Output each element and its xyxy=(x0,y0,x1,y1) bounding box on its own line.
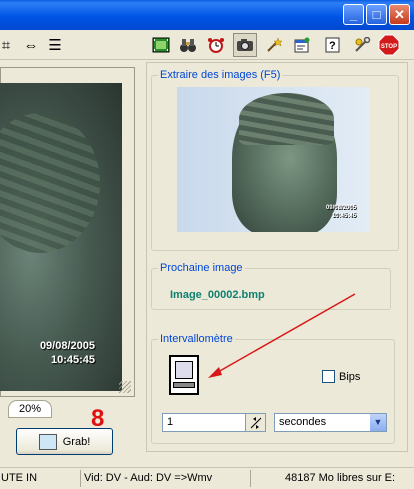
zoom-tab[interactable]: 20% xyxy=(8,400,52,418)
filmstrip-icon[interactable] xyxy=(149,33,173,57)
unit-select-value: secondes xyxy=(279,416,327,428)
intervalometer-screen xyxy=(175,361,193,379)
intervalometer-slot xyxy=(173,382,195,388)
statue-head-image xyxy=(0,113,100,253)
grab-button-label: Grab! xyxy=(62,435,91,448)
close-button[interactable]: ✕ xyxy=(389,4,410,25)
svg-text:?: ? xyxy=(329,40,336,52)
preview-date: 09/08/2005 xyxy=(325,205,356,211)
interval-spin-button[interactable] xyxy=(245,413,266,432)
help-icon[interactable]: ? xyxy=(321,33,345,57)
stop-icon[interactable]: STOP xyxy=(377,33,401,57)
preview-time: 10:45:45 xyxy=(331,213,356,219)
tools-icon[interactable] xyxy=(350,33,374,57)
resize-grip[interactable] xyxy=(119,381,131,393)
unit-select[interactable]: secondes ▼ xyxy=(274,413,387,432)
interval-legend: Intervallomètre xyxy=(158,333,235,345)
flip-horizontal-icon[interactable]: ⇔ xyxy=(19,33,43,57)
stop-icon-label: STOP xyxy=(381,44,397,50)
list-icon[interactable]: ☰ xyxy=(43,33,67,57)
minimize-button[interactable]: _ xyxy=(343,4,364,25)
crop-icon[interactable]: ⌗ xyxy=(0,33,18,57)
properties-icon[interactable] xyxy=(290,33,314,57)
camera-icon[interactable] xyxy=(233,33,257,57)
status-free-space: 48187 Mo libres sur E: xyxy=(250,470,398,487)
next-image-legend: Prochaine image xyxy=(158,262,245,274)
binoculars-icon[interactable] xyxy=(176,33,200,57)
status-bar: UTE IN Vid: DV - Aud: DV =>Wmv 48187 Mo … xyxy=(0,467,414,489)
maximize-button[interactable]: □ xyxy=(366,4,387,25)
status-left: UTE IN xyxy=(1,472,38,484)
video-pane: 09/08/2005 10:45:45 xyxy=(0,67,135,397)
video-date: 09/08/2005 xyxy=(39,340,95,352)
bips-option[interactable]: Bips xyxy=(322,370,360,383)
status-format: Vid: DV - Aud: DV =>Wmv xyxy=(80,470,215,487)
bips-label: Bips xyxy=(339,370,361,383)
frame-preview: 09/08/2005 10:45:45 xyxy=(177,87,370,232)
video-preview: 09/08/2005 10:45:45 xyxy=(0,83,122,391)
statue-hair-image xyxy=(239,93,334,145)
toolbar: ⌗ ⇔ ☰ ? STOP xyxy=(0,30,414,60)
title-bar: _ □ ✕ xyxy=(0,0,414,30)
magic-wand-icon[interactable] xyxy=(262,33,286,57)
alarm-clock-icon[interactable] xyxy=(204,33,228,57)
bips-checkbox[interactable] xyxy=(322,370,335,383)
chevron-down-icon[interactable]: ▼ xyxy=(370,414,386,431)
spin-arrows-icon xyxy=(250,416,261,429)
intervalometer-icon[interactable] xyxy=(169,355,199,395)
next-filename: Image_00002.bmp xyxy=(170,289,265,301)
extract-group-legend: Extraire des images (F5) xyxy=(158,69,283,81)
snapshot-icon xyxy=(38,433,57,450)
grab-button[interactable]: Grab! xyxy=(16,428,113,455)
video-time: 10:45:45 xyxy=(50,354,95,366)
